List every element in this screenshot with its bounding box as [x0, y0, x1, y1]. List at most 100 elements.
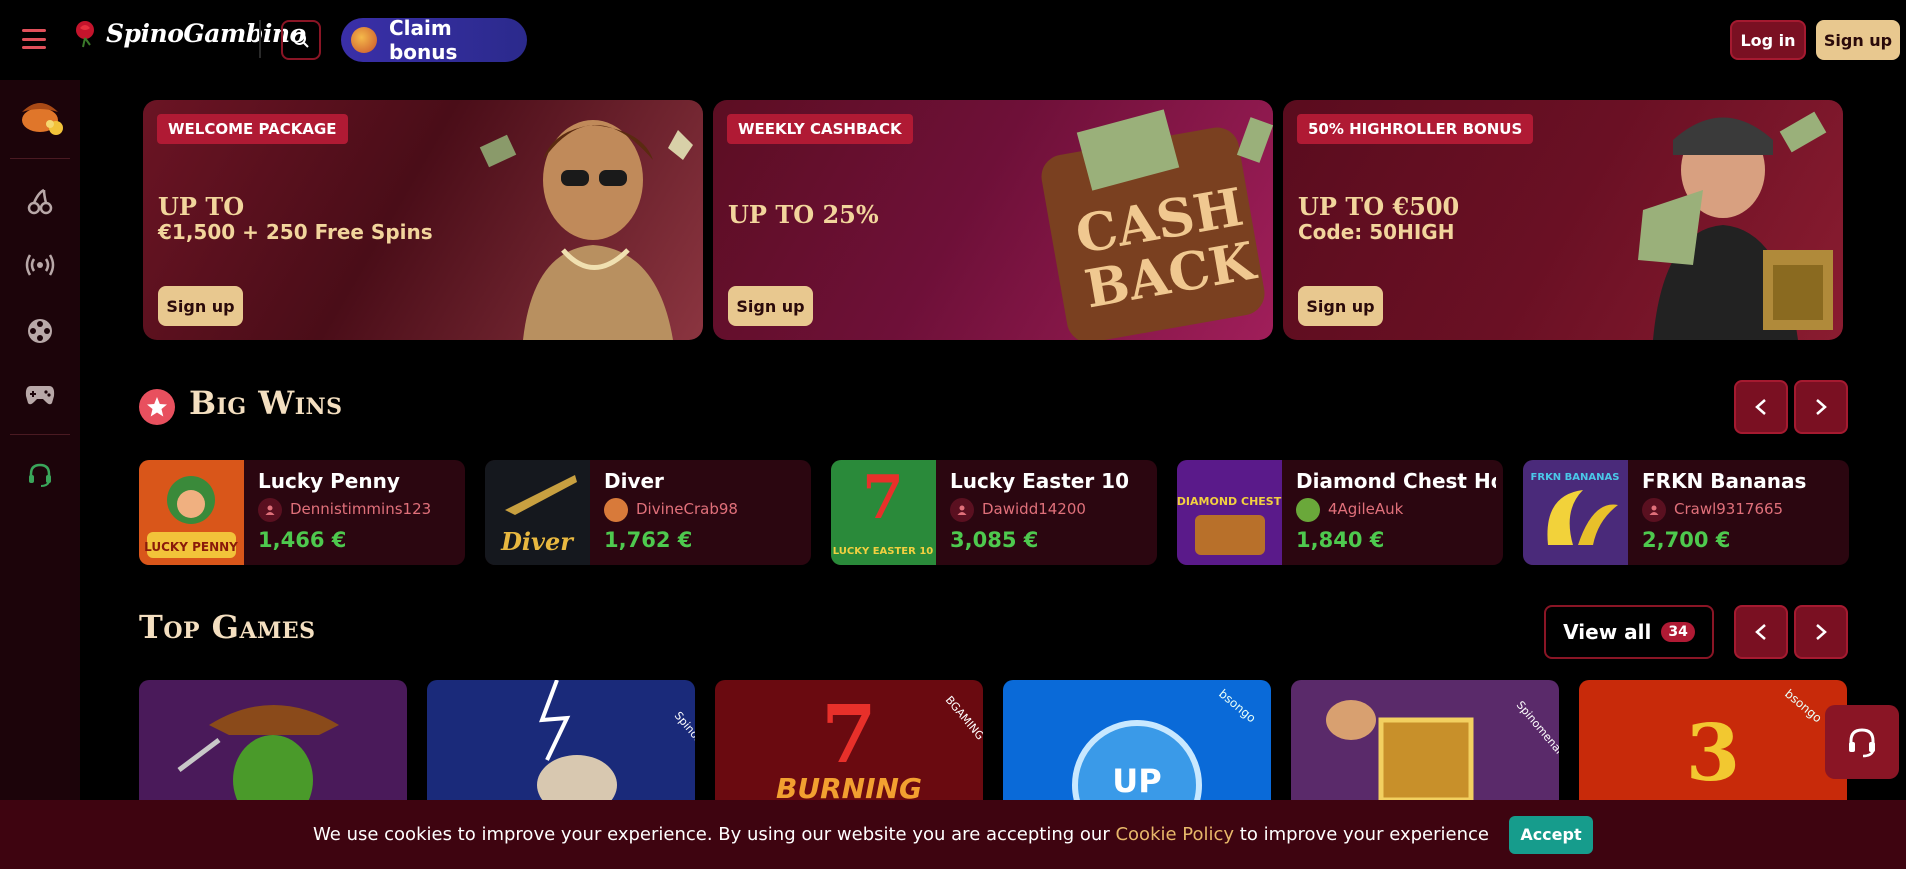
film-reel-icon — [28, 319, 52, 343]
big-win-card[interactable]: LUCKY PENNY Lucky Penny Dennistimmins123… — [139, 460, 465, 565]
win-username: Dawidd14200 — [982, 500, 1086, 518]
sidebar-item-games[interactable] — [0, 370, 80, 420]
top-header: SpinoGambino Claim bonus Log in Sign up — [0, 0, 1906, 80]
big-win-card[interactable]: 7 LUCKY EASTER 10 Lucky Easter 10 Dawidd… — [831, 460, 1157, 565]
lucky-easter-thumbnail: 7 LUCKY EASTER 10 — [831, 460, 936, 565]
avatar — [604, 498, 628, 522]
win-amount: 1,762 € — [604, 528, 693, 552]
game-tile-up-coin[interactable]: UP bsongo — [1003, 680, 1271, 800]
promo-signup-button[interactable]: Sign up — [1298, 286, 1383, 326]
sidebar-item-support[interactable] — [0, 450, 80, 500]
view-all-label: View all — [1563, 620, 1652, 644]
win-game-name: Diamond Chest Hold 'N — [1296, 469, 1496, 493]
avatar — [1296, 498, 1320, 522]
win-game-name: FRKN Bananas — [1642, 469, 1807, 493]
chevron-right-icon — [1816, 624, 1827, 640]
claim-bonus-label: Claim bonus — [388, 16, 458, 64]
glamour-lady-illustration — [479, 120, 693, 340]
search-button[interactable] — [281, 20, 321, 60]
headset-icon — [1849, 728, 1875, 758]
game-tile-cowboy[interactable] — [139, 680, 407, 800]
big-wins-next-button[interactable] — [1794, 380, 1848, 434]
site-logo[interactable]: SpinoGambino — [70, 18, 306, 48]
game-tile-golden-mirror[interactable]: Spinomenal — [1291, 680, 1559, 800]
cashback-wallet-illustration: CASH BACK — [1041, 109, 1273, 340]
promo-weekly-cashback[interactable]: CASH BACK WEEKLY CASHBACK UP TO 25% Sign… — [713, 100, 1273, 340]
win-username: Crawl9317665 — [1674, 500, 1784, 518]
support-chat-button[interactable] — [1825, 705, 1899, 779]
big-win-card[interactable]: Diver Diver DivineCrab98 1,762 € — [485, 460, 811, 565]
win-amount: 2,700 € — [1642, 528, 1731, 552]
sidebar-item-treasure[interactable] — [0, 86, 80, 146]
sidebar-separator — [10, 158, 70, 159]
win-amount: 1,840 € — [1296, 528, 1385, 552]
rose-icon — [76, 21, 94, 48]
accept-cookies-button[interactable]: Accept — [1508, 815, 1593, 854]
user-icon — [950, 498, 974, 522]
search-icon — [293, 32, 309, 48]
promo-subtitle: €1,500 + 250 Free Spins — [158, 220, 433, 244]
header-divider — [259, 20, 261, 58]
claim-bonus-button[interactable]: Claim bonus — [341, 16, 527, 64]
promo-signup-button[interactable]: Sign up — [158, 286, 243, 326]
top-games-title: Top Games — [139, 608, 316, 646]
user-icon — [258, 498, 282, 522]
tile-text: UP — [1112, 762, 1161, 800]
game-tile-three-coin[interactable]: 3 bsongo — [1579, 680, 1847, 800]
logo-text: SpinoGambino — [106, 18, 306, 48]
top-games-prev-button[interactable] — [1734, 605, 1788, 659]
sidebar-item-slots[interactable] — [0, 176, 80, 226]
login-button[interactable]: Log in — [1730, 20, 1806, 60]
promo-highroller-bonus[interactable]: 50% HIGHROLLER BONUS UP TO €500 Code: 50… — [1283, 100, 1843, 340]
big-wins-prev-button[interactable] — [1734, 380, 1788, 434]
big-win-card[interactable]: FRKN BANANAS FRKN Bananas Crawl9317665 2… — [1523, 460, 1849, 565]
svg-text:7: 7 — [821, 687, 877, 781]
cookie-message: We use cookies to improve your experienc… — [313, 824, 1489, 845]
promo-badge: WELCOME PACKAGE — [157, 114, 348, 144]
thumb-text: LUCKY PENNY — [144, 540, 238, 554]
sidebar — [0, 80, 80, 800]
cherry-icon — [27, 188, 53, 215]
thumb-text: DIAMOND CHEST — [1177, 495, 1282, 508]
win-username: 4AgileAuk — [1328, 500, 1404, 518]
promo-title: UP TO €500 — [1298, 192, 1460, 221]
win-amount: 3,085 € — [950, 528, 1039, 552]
win-game-name: Diver — [604, 469, 664, 493]
chevron-left-icon — [1755, 624, 1766, 640]
headset-icon — [29, 463, 51, 487]
signup-button[interactable]: Sign up — [1816, 20, 1900, 60]
sidebar-separator — [10, 434, 70, 435]
win-username: Dennistimmins123 — [290, 500, 432, 518]
frkn-bananas-thumbnail: FRKN BANANAS — [1523, 460, 1628, 565]
thumb-text: Diver — [500, 527, 575, 556]
game-tile-zeus[interactable]: Spinomenal — [427, 680, 695, 800]
promo-title: UP TO 25% — [728, 200, 879, 229]
cookie-text-before: We use cookies to improve your experienc… — [313, 824, 1116, 845]
game-tile-burning-sevens[interactable]: 7 BURNING BGAMING — [715, 680, 983, 800]
promo-title: UP TO — [158, 192, 245, 221]
view-all-button[interactable]: View all 34 — [1544, 605, 1714, 659]
diver-thumbnail: Diver — [485, 460, 590, 565]
live-broadcast-icon — [25, 254, 55, 276]
top-games-next-button[interactable] — [1794, 605, 1848, 659]
promo-badge: 50% HIGHROLLER BONUS — [1297, 114, 1534, 144]
gamepad-icon — [25, 386, 55, 405]
promo-badge: WEEKLY CASHBACK — [727, 114, 913, 144]
games-count-badge: 34 — [1661, 622, 1695, 642]
cookie-policy-link[interactable]: Cookie Policy — [1115, 824, 1234, 845]
bonus-gift-icon — [351, 27, 377, 53]
user-icon — [1642, 498, 1666, 522]
big-win-card[interactable]: DIAMOND CHEST Diamond Chest Hold 'N 4Agi… — [1177, 460, 1503, 565]
hamburger-menu-icon[interactable] — [22, 29, 46, 49]
sidebar-item-video[interactable] — [0, 306, 80, 356]
chevron-right-icon — [1816, 399, 1827, 415]
win-game-name: Lucky Easter 10 — [950, 469, 1129, 493]
promo-welcome-package[interactable]: WELCOME PACKAGE UP TO €1,500 + 250 Free … — [143, 100, 703, 340]
tile-text: BURNING — [776, 772, 922, 800]
sidebar-item-live[interactable] — [0, 240, 80, 290]
win-amount: 1,466 € — [258, 528, 347, 552]
win-game-name: Lucky Penny — [258, 469, 400, 493]
promo-signup-button[interactable]: Sign up — [728, 286, 813, 326]
cookie-consent-bar: We use cookies to improve your experienc… — [0, 800, 1906, 869]
diamond-chest-thumbnail: DIAMOND CHEST — [1177, 460, 1282, 565]
